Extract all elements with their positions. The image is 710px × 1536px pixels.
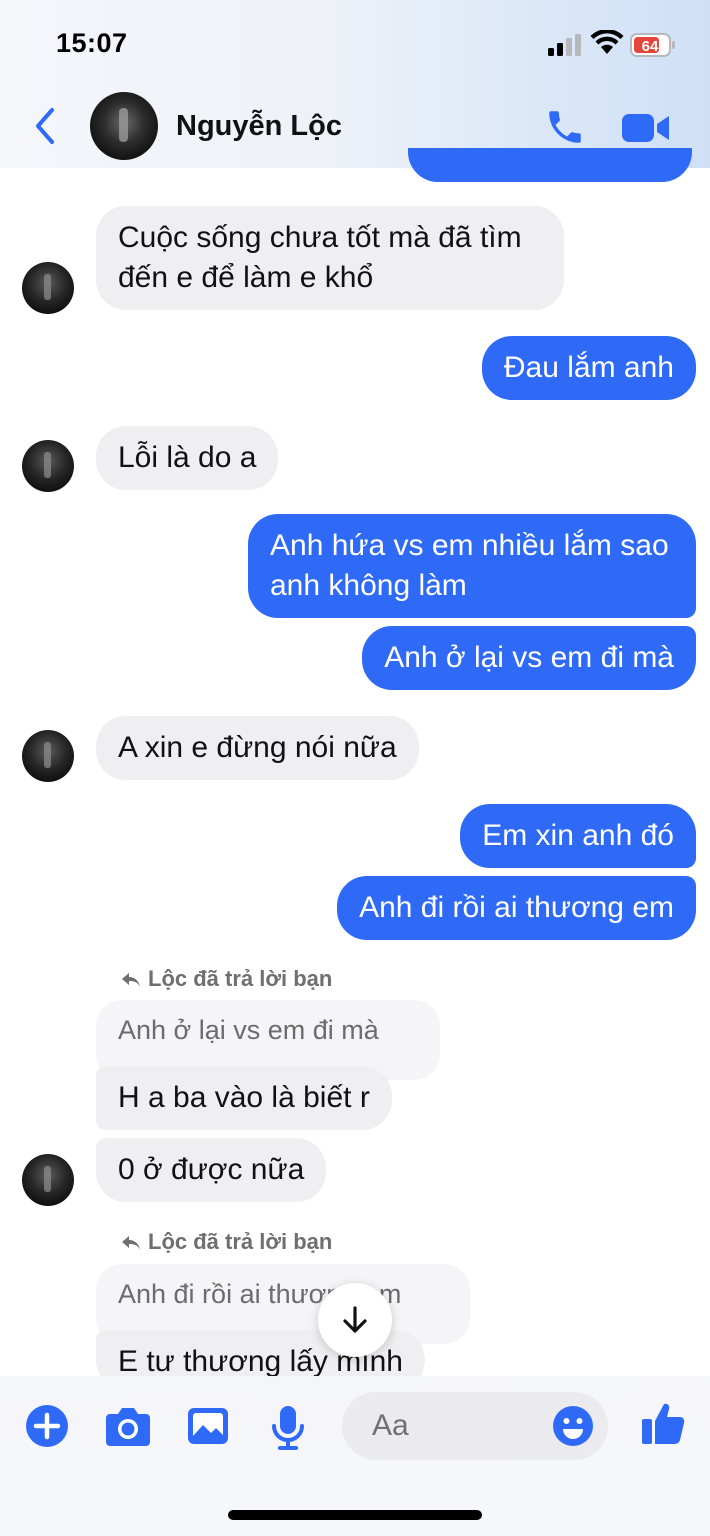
- message-outgoing[interactable]: Anh hứa vs em nhiều lắm sao anh không là…: [248, 514, 696, 618]
- back-icon[interactable]: [30, 104, 60, 148]
- message-text: Anh ở lại vs em đi mà: [384, 641, 674, 674]
- phone-icon[interactable]: [544, 106, 586, 148]
- thumbs-up-icon[interactable]: [640, 1400, 686, 1446]
- message-input[interactable]: Aa: [342, 1392, 608, 1460]
- message-outgoing[interactable]: Em xin anh đó: [460, 804, 696, 868]
- message-outgoing[interactable]: Anh đi rồi ai thương em: [337, 876, 696, 940]
- message-incoming[interactable]: A xin e đừng nói nữa: [96, 716, 419, 780]
- message-incoming[interactable]: H a ba vào là biết r: [96, 1066, 392, 1130]
- message-text: Đau lắm anh: [503, 351, 674, 384]
- video-icon[interactable]: [620, 110, 672, 146]
- microphone-icon[interactable]: [270, 1404, 306, 1450]
- message-text: H a ba vào là biết r: [118, 1081, 370, 1114]
- battery-level: 64: [642, 38, 659, 55]
- plus-icon[interactable]: [25, 1404, 69, 1448]
- message-text: Anh hứa vs em nhiều lắm sao anh không là…: [270, 529, 669, 602]
- signal-icon: [548, 34, 582, 56]
- battery-icon: 64: [630, 33, 675, 57]
- sender-avatar[interactable]: [22, 440, 74, 492]
- sender-avatar[interactable]: [22, 262, 74, 314]
- message-incoming[interactable]: 0 ở được nữa: [96, 1138, 327, 1202]
- message-text: 0 ở được nữa: [118, 1153, 305, 1186]
- emoji-icon[interactable]: [552, 1405, 594, 1447]
- sender-avatar[interactable]: [22, 1154, 74, 1206]
- message-outgoing[interactable]: Anh ở lại vs em đi mà: [362, 626, 696, 690]
- message-outgoing[interactable]: Đau lắm anh: [481, 336, 696, 400]
- home-indicator: [228, 1510, 482, 1520]
- message-text: A xin e đừng nói nữa: [118, 731, 397, 764]
- reply-icon: [122, 1236, 140, 1250]
- wifi-icon: [590, 30, 624, 54]
- message-text: Cuộc sống chưa tốt mà đã tìm đến e để là…: [118, 221, 522, 294]
- message-text: Anh đi rồi ai thương em: [359, 891, 674, 924]
- status-bar: 15:07 64: [0, 0, 710, 90]
- contact-name[interactable]: Nguyễn Lộc: [176, 110, 342, 143]
- message-text: Lỗi là do a: [118, 441, 257, 474]
- reply-label-text: Lộc đã trả lời bạn: [148, 1229, 333, 1254]
- quoted-text: Anh ở lại vs em đi mà: [118, 1015, 379, 1045]
- status-time: 15:07: [56, 28, 128, 58]
- gallery-icon[interactable]: [186, 1404, 230, 1448]
- message-input-placeholder: Aa: [372, 1409, 409, 1442]
- sender-avatar[interactable]: [22, 730, 74, 782]
- message-incoming[interactable]: Lỗi là do a: [96, 426, 279, 490]
- reply-label: Lộc đã trả lời bạn: [120, 966, 332, 992]
- reply-label-text: Lộc đã trả lời bạn: [148, 966, 333, 991]
- contact-avatar[interactable]: [90, 92, 158, 160]
- reply-icon: [122, 973, 140, 987]
- reply-label: Lộc đã trả lời bạn: [120, 1229, 332, 1255]
- camera-icon[interactable]: [104, 1404, 152, 1448]
- scroll-to-bottom-button[interactable]: [318, 1283, 392, 1357]
- message-text: Em xin anh đó: [482, 819, 674, 852]
- message-bubble-clipped[interactable]: [408, 148, 692, 182]
- arrow-down-icon: [343, 1306, 367, 1333]
- message-incoming[interactable]: Cuộc sống chưa tốt mà đã tìm đến e để là…: [96, 206, 564, 310]
